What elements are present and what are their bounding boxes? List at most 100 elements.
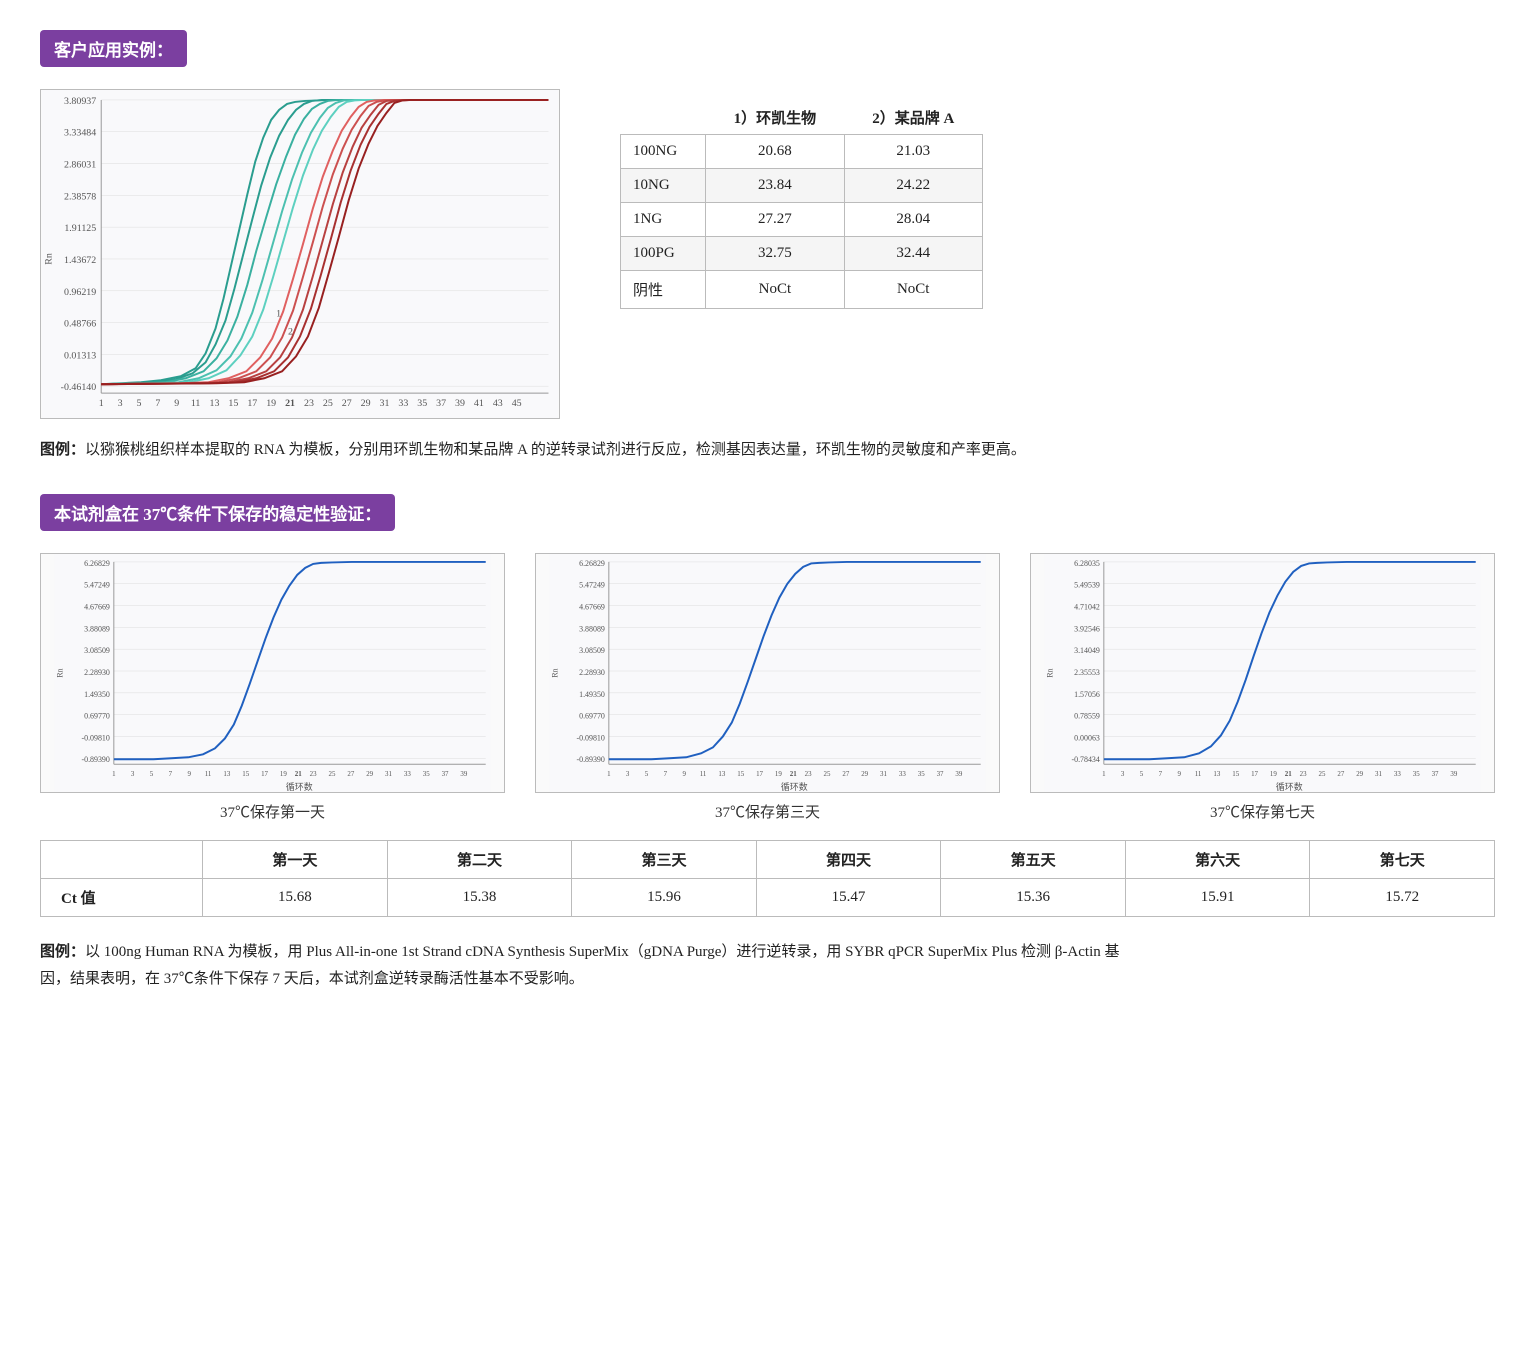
svg-text:循环数: 循环数 <box>286 781 313 792</box>
chart-day3-label: 37℃保存第三天 <box>715 801 820 822</box>
svg-text:39: 39 <box>1450 770 1457 778</box>
svg-text:31: 31 <box>1375 770 1382 778</box>
svg-text:21: 21 <box>790 770 797 778</box>
svg-text:25: 25 <box>329 770 336 778</box>
svg-text:1: 1 <box>607 770 611 778</box>
svg-text:13: 13 <box>223 770 230 778</box>
comparison-row-label: 阴性 <box>621 271 706 309</box>
svg-text:9: 9 <box>1177 770 1181 778</box>
svg-text:13: 13 <box>210 398 220 409</box>
stability-header-2: 第二天 <box>387 841 572 879</box>
svg-text:43: 43 <box>493 398 503 409</box>
caption2: 图例：以 100ng Human RNA 为模板，用 Plus All-in-o… <box>40 939 1140 993</box>
svg-text:21: 21 <box>1285 770 1292 778</box>
svg-text:21: 21 <box>295 770 302 778</box>
comparison-row-col1: NoCt <box>706 271 845 309</box>
chart-day7-label: 37℃保存第七天 <box>1210 801 1315 822</box>
svg-text:1.49350: 1.49350 <box>579 690 605 699</box>
svg-text:3.08509: 3.08509 <box>579 646 605 655</box>
svg-text:9: 9 <box>682 770 686 778</box>
svg-text:37: 37 <box>1432 770 1439 778</box>
svg-text:0.01313: 0.01313 <box>64 350 96 361</box>
svg-text:4.67669: 4.67669 <box>579 603 605 612</box>
svg-text:6.26829: 6.26829 <box>84 559 110 568</box>
svg-text:1: 1 <box>112 770 116 778</box>
svg-text:3: 3 <box>1121 770 1125 778</box>
svg-text:-0.09810: -0.09810 <box>576 733 604 742</box>
svg-text:39: 39 <box>955 770 962 778</box>
stability-row-val-0: 15.68 <box>203 879 388 917</box>
section1-header: 客户应用实例： <box>40 30 187 67</box>
svg-text:25: 25 <box>824 770 831 778</box>
svg-text:31: 31 <box>385 770 392 778</box>
stability-row-val-3: 15.47 <box>756 879 941 917</box>
svg-text:3.14049: 3.14049 <box>1074 646 1100 655</box>
comparison-row-col1: 32.75 <box>706 237 845 271</box>
svg-text:1.49350: 1.49350 <box>84 690 110 699</box>
svg-text:3.08509: 3.08509 <box>84 646 110 655</box>
svg-text:25: 25 <box>323 398 333 409</box>
svg-text:7: 7 <box>169 770 173 778</box>
comparison-row-col2: 21.03 <box>844 135 982 169</box>
svg-text:Rn: Rn <box>44 253 55 265</box>
svg-text:2.35553: 2.35553 <box>1074 668 1100 677</box>
comparison-row-col2: 32.44 <box>844 237 982 271</box>
svg-text:2.28930: 2.28930 <box>84 668 110 677</box>
svg-text:15: 15 <box>1232 770 1239 778</box>
svg-text:1: 1 <box>1102 770 1106 778</box>
svg-text:21: 21 <box>285 398 295 409</box>
svg-text:循环数: 循环数 <box>781 781 808 792</box>
comparison-row-col2: 28.04 <box>844 203 982 237</box>
svg-text:5: 5 <box>1140 770 1144 778</box>
col-header-1: 1）环凯生物 <box>706 99 845 135</box>
stability-header-7: 第七天 <box>1310 841 1495 879</box>
svg-text:15: 15 <box>242 770 249 778</box>
svg-text:39: 39 <box>460 770 467 778</box>
chart-day1: 6.26829 5.47249 4.67669 3.88089 3.08509 … <box>40 553 505 793</box>
svg-text:0.78559: 0.78559 <box>1074 712 1100 721</box>
caption2-bold: 图例： <box>40 944 85 960</box>
chart-day3-wrapper: 6.26829 5.47249 4.67669 3.88089 3.08509 … <box>535 553 1000 822</box>
svg-text:13: 13 <box>1213 770 1220 778</box>
svg-text:3: 3 <box>626 770 630 778</box>
stability-header-5: 第五天 <box>941 841 1126 879</box>
svg-text:5.49539: 5.49539 <box>1074 581 1100 590</box>
stability-table: 第一天第二天第三天第四天第五天第六天第七天 Ct 值15.6815.3815.9… <box>40 840 1495 917</box>
svg-text:5.47249: 5.47249 <box>84 581 110 590</box>
svg-text:35: 35 <box>1413 770 1420 778</box>
svg-text:0.96219: 0.96219 <box>64 287 96 298</box>
svg-text:23: 23 <box>310 770 317 778</box>
stability-header-0 <box>41 841 203 879</box>
stability-header-1: 第一天 <box>203 841 388 879</box>
svg-text:33: 33 <box>899 770 906 778</box>
svg-text:29: 29 <box>366 770 373 778</box>
svg-text:9: 9 <box>187 770 191 778</box>
svg-text:35: 35 <box>918 770 925 778</box>
svg-text:17: 17 <box>756 770 763 778</box>
svg-text:23: 23 <box>304 398 314 409</box>
svg-text:33: 33 <box>398 398 408 409</box>
comparison-row: 100NG20.6821.03 <box>621 135 983 169</box>
svg-text:6.26829: 6.26829 <box>579 559 605 568</box>
stability-row: Ct 值15.6815.3815.9615.4715.3615.9115.72 <box>41 879 1495 917</box>
chart-day1-wrapper: 6.26829 5.47249 4.67669 3.88089 3.08509 … <box>40 553 505 822</box>
svg-text:2.38578: 2.38578 <box>64 191 96 202</box>
svg-text:27: 27 <box>342 398 352 409</box>
svg-text:27: 27 <box>1337 770 1344 778</box>
svg-text:41: 41 <box>474 398 484 409</box>
svg-text:Rn: Rn <box>1045 668 1054 677</box>
stability-row-val-5: 15.91 <box>1125 879 1310 917</box>
comparison-row-col2: 24.22 <box>844 169 982 203</box>
svg-text:7: 7 <box>155 398 160 409</box>
svg-text:4.71042: 4.71042 <box>1074 603 1100 612</box>
svg-text:Rn: Rn <box>550 668 559 677</box>
svg-text:37: 37 <box>937 770 944 778</box>
svg-text:29: 29 <box>1356 770 1363 778</box>
svg-text:0.69770: 0.69770 <box>84 712 110 721</box>
svg-text:39: 39 <box>455 398 465 409</box>
svg-text:1: 1 <box>99 398 104 409</box>
svg-text:35: 35 <box>417 398 427 409</box>
stability-header-4: 第四天 <box>756 841 941 879</box>
caption2-text: 以 100ng Human RNA 为模板，用 Plus All-in-one … <box>40 944 1120 987</box>
caption1-bold: 图例： <box>40 442 85 458</box>
